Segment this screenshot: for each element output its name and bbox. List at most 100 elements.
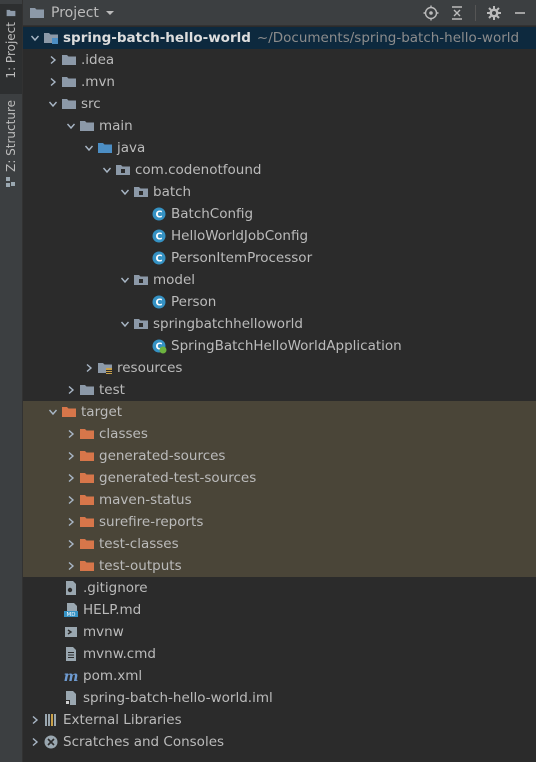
tree-node-springbatchhelloworld[interactable]: springbatchhelloworld [23,313,536,335]
folder-icon [5,8,17,18]
folder-icon [79,118,95,134]
chevron-down-icon[interactable] [102,165,112,175]
tree-node-root[interactable]: spring-batch-hello-world ~/Documents/spr… [23,27,536,49]
tree-node-surefire-reports[interactable]: surefire-reports [23,511,536,533]
tree-node-batch[interactable]: batch [23,181,536,203]
chevron-down-icon[interactable] [30,33,40,43]
excluded-folder-icon [79,470,95,486]
node-label: target [81,404,123,420]
class-icon [151,250,167,266]
node-label: spring-batch-hello-world.iml [83,690,273,706]
excluded-folder-icon [79,536,95,552]
excluded-folder-icon [79,492,95,508]
structure-icon [6,176,15,187]
node-label: mvnw [83,624,124,640]
minimize-icon[interactable] [512,5,528,21]
chevron-right-icon[interactable] [66,451,76,461]
node-label: batch [153,184,192,200]
chevron-right-icon[interactable] [48,77,58,87]
text-file-icon [63,646,79,662]
chevron-right-icon[interactable] [66,517,76,527]
excluded-folder-icon [61,404,77,420]
tree-node-package[interactable]: com.codenotfound [23,159,536,181]
chevron-down-icon[interactable] [120,275,130,285]
chevron-right-icon[interactable] [66,539,76,549]
chevron-down-icon[interactable] [48,99,58,109]
node-label: .idea [81,52,115,68]
node-label: .gitignore [83,580,148,596]
locate-target-icon[interactable] [423,5,439,21]
node-label: pom.xml [83,668,143,684]
tree-node-helloworldjobconfig[interactable]: HelloWorldJobConfig [23,225,536,247]
node-label: Person [171,294,217,310]
tree-node-maven-status[interactable]: maven-status [23,489,536,511]
chevron-right-icon[interactable] [84,363,94,373]
root-label: spring-batch-hello-world [63,30,251,46]
view-selector[interactable]: Project [29,5,121,21]
root-path: ~/Documents/spring-batch-hello-world [256,30,520,46]
chevron-down-icon[interactable] [120,319,130,329]
tree-node-model[interactable]: model [23,269,536,291]
node-label: PersonItemProcessor [171,250,313,266]
chevron-down-icon[interactable] [120,187,130,197]
tree-node-main[interactable]: main [23,115,536,137]
tree-node-help-md[interactable]: HELP.md [23,599,536,621]
chevron-right-icon[interactable] [66,561,76,571]
chevron-down-icon [105,10,114,15]
maven-icon [63,668,79,684]
folder-icon [29,5,45,21]
class-icon [151,206,167,222]
node-label: test-classes [99,536,179,552]
tree-node-classes[interactable]: classes [23,423,536,445]
project-tree: spring-batch-hello-world ~/Documents/spr… [23,27,536,753]
tree-node-test[interactable]: test [23,379,536,401]
module-file-icon [63,690,79,706]
node-label: External Libraries [63,712,182,728]
tree-node-test-classes[interactable]: test-classes [23,533,536,555]
gitignore-file-icon [63,580,79,596]
tree-node-iml[interactable]: spring-batch-hello-world.iml [23,687,536,709]
chevron-right-icon[interactable] [30,715,40,725]
tree-node-src[interactable]: src [23,93,536,115]
tree-node-mvn[interactable]: .mvn [23,71,536,93]
node-label: generated-sources [99,448,226,464]
tree-node-personitemprocessor[interactable]: PersonItemProcessor [23,247,536,269]
tree-node-person[interactable]: Person [23,291,536,313]
chevron-right-icon[interactable] [66,385,76,395]
gear-icon[interactable] [486,5,502,21]
node-label: .mvn [81,74,115,90]
tree-node-scratches[interactable]: Scratches and Consoles [23,731,536,753]
excluded-folder-icon [79,426,95,442]
chevron-right-icon[interactable] [30,737,40,747]
node-label: test-outputs [99,558,182,574]
chevron-down-icon[interactable] [84,143,94,153]
chevron-right-icon[interactable] [48,55,58,65]
tree-node-generated-sources[interactable]: generated-sources [23,445,536,467]
markdown-file-icon [63,602,79,618]
folder-icon [61,96,77,112]
node-label: mvnw.cmd [83,646,156,662]
chevron-right-icon[interactable] [66,429,76,439]
chevron-down-icon[interactable] [66,121,76,131]
chevron-right-icon[interactable] [66,473,76,483]
tree-node-test-outputs[interactable]: test-outputs [23,555,536,577]
tree-node-application[interactable]: SpringBatchHelloWorldApplication [23,335,536,357]
structure-tool-button[interactable]: Z: Structure [0,100,22,192]
project-tool-button[interactable]: 1: Project [0,4,22,94]
tree-node-mvnw[interactable]: mvnw [23,621,536,643]
collapse-all-icon[interactable] [449,5,465,21]
tree-node-pom[interactable]: pom.xml [23,665,536,687]
chevron-right-icon[interactable] [66,495,76,505]
tree-node-mvnw-cmd[interactable]: mvnw.cmd [23,643,536,665]
tree-node-gitignore[interactable]: .gitignore [23,577,536,599]
chevron-down-icon[interactable] [48,407,58,417]
tree-node-target[interactable]: target [23,401,536,423]
tree-node-batchconfig[interactable]: BatchConfig [23,203,536,225]
tree-node-java[interactable]: java [23,137,536,159]
scratches-icon [43,734,59,750]
libraries-icon [43,712,59,728]
tree-node-external-libraries[interactable]: External Libraries [23,709,536,731]
tree-node-resources[interactable]: resources [23,357,536,379]
tree-node-idea[interactable]: .idea [23,49,536,71]
tree-node-generated-test-sources[interactable]: generated-test-sources [23,467,536,489]
